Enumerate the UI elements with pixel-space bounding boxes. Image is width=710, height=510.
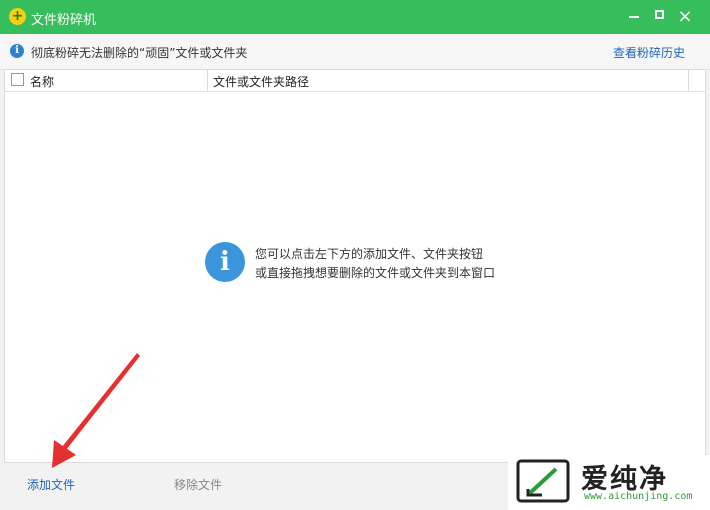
plus-coin-icon: + [9, 8, 26, 25]
column-header-name[interactable]: 名称 [30, 73, 54, 90]
maximize-icon [654, 10, 664, 19]
info-bar: i 彻底粉碎无法删除的“顽固”文件或文件夹 查看粉碎历史 [0, 34, 710, 70]
watermark-logo-icon [516, 459, 570, 503]
add-file-button[interactable]: 添加文件 [27, 476, 75, 493]
close-icon: × [677, 6, 693, 27]
empty-hint-line: 您可以点击左下方的添加文件、文件夹按钮 [255, 247, 484, 261]
window-title: 文件粉碎机 [31, 13, 97, 28]
info-icon: i [10, 44, 24, 58]
column-divider[interactable] [688, 70, 689, 91]
remove-file-button[interactable]: 移除文件 [174, 476, 222, 493]
select-all-checkbox[interactable] [11, 73, 24, 86]
watermark-url: www.aichunjing.com [584, 491, 693, 502]
file-list[interactable]: 名称 文件或文件夹路径 i 您可以点击左下方的添加文件、文件夹按钮 或直接拖拽想… [4, 69, 706, 463]
minimize-icon [629, 16, 639, 18]
maximize-button[interactable] [648, 6, 670, 28]
column-header-path[interactable]: 文件或文件夹路径 [213, 73, 309, 90]
title-bar: + 文件粉碎机 × [0, 0, 710, 34]
list-header: 名称 文件或文件夹路径 [5, 70, 705, 92]
column-divider[interactable] [207, 70, 208, 91]
watermark: 爱纯净 www.aichunjing.com [508, 455, 710, 510]
info-description: 彻底粉碎无法删除的“顽固”文件或文件夹 [31, 46, 248, 60]
info-icon: i [205, 242, 245, 282]
view-history-link[interactable]: 查看粉碎历史 [613, 44, 685, 61]
empty-hint-line: 或直接拖拽想要删除的文件或文件夹到本窗口 [255, 266, 496, 280]
close-button[interactable]: × [674, 6, 696, 28]
minimize-button[interactable] [623, 6, 645, 28]
